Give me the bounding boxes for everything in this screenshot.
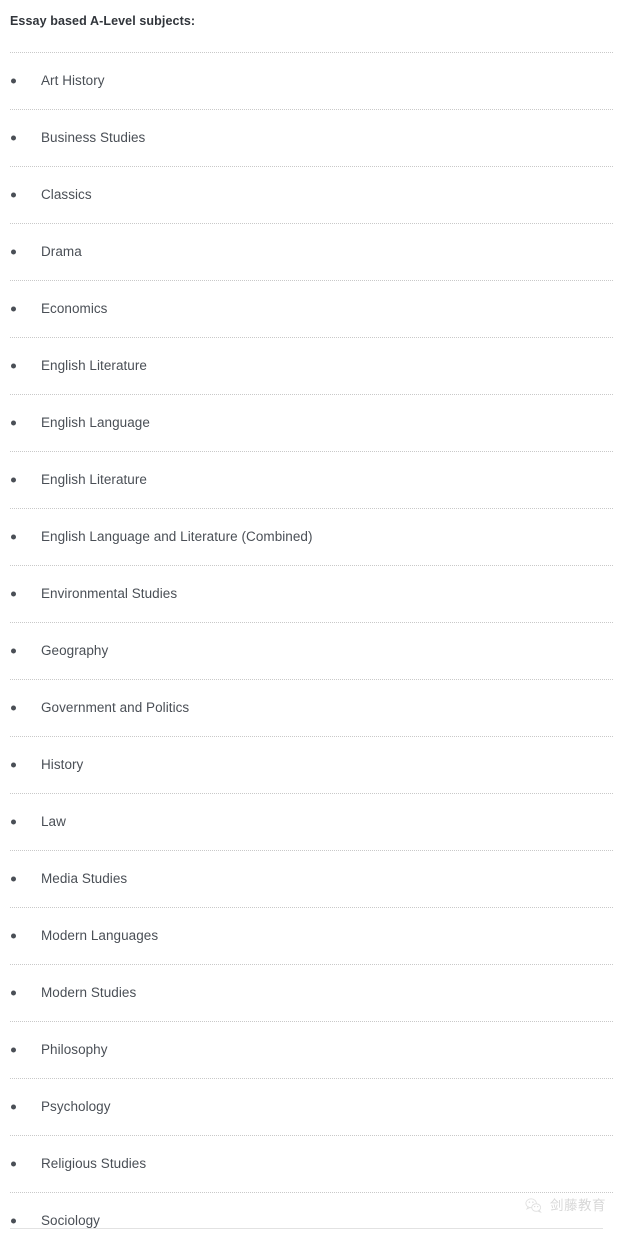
list-item: Government and Politics: [10, 679, 613, 736]
list-item: Psychology: [10, 1078, 613, 1135]
list-item-label: Government and Politics: [41, 700, 190, 715]
bottom-divider: [10, 1228, 603, 1229]
list-item-label: Modern Studies: [41, 985, 137, 1000]
list-item: Economics: [10, 280, 613, 337]
list-item: Environmental Studies: [10, 565, 613, 622]
list-item: Drama: [10, 223, 613, 280]
watermark: 剑藤教育: [524, 1196, 606, 1215]
list-item-label: Economics: [41, 301, 108, 316]
list-item: History: [10, 736, 613, 793]
list-item-label: Geography: [41, 643, 109, 658]
bullet-icon: [11, 990, 16, 996]
list-item-label: Modern Languages: [41, 928, 159, 943]
list-item: Geography: [10, 622, 613, 679]
subject-list: Art History Business Studies Classics Drama…: [0, 52, 620, 1249]
list-item: Business Studies: [10, 109, 613, 166]
bullet-icon: [11, 192, 16, 198]
bullet-icon: [11, 249, 16, 255]
list-item: Art History: [10, 52, 613, 109]
list-item-label: Religious Studies: [41, 1156, 147, 1171]
list-item: Modern Studies: [10, 964, 613, 1021]
bullet-icon: [11, 648, 16, 654]
bullet-icon: [11, 534, 16, 540]
list-item-label: Drama: [41, 244, 82, 259]
list-item-label: Philosophy: [41, 1042, 108, 1057]
list-item: English Language: [10, 394, 613, 451]
bullet-icon: [11, 1104, 16, 1110]
bullet-icon: [11, 1161, 16, 1167]
list-item-label: Media Studies: [41, 871, 128, 886]
bullet-icon: [11, 78, 16, 84]
list-item: English Language and Literature (Combine…: [10, 508, 613, 565]
bullet-icon: [11, 1047, 16, 1053]
list-item-label: English Language: [41, 415, 150, 430]
list-item: Classics: [10, 166, 613, 223]
bullet-icon: [11, 876, 16, 882]
bullet-icon: [11, 306, 16, 312]
list-item-label: Business Studies: [41, 130, 146, 145]
bullet-icon: [11, 420, 16, 426]
bullet-icon: [11, 705, 16, 711]
bullet-icon: [11, 762, 16, 768]
list-item-label: Classics: [41, 187, 92, 202]
list-item-label: Psychology: [41, 1099, 111, 1114]
list-item-label: Art History: [41, 73, 105, 88]
page-root: Essay based A-Level subjects: Art Histor…: [0, 0, 620, 1240]
list-item-label: English Literature: [41, 472, 147, 487]
bullet-icon: [11, 477, 16, 483]
watermark-label: 剑藤教育: [550, 1197, 606, 1214]
list-item: Philosophy: [10, 1021, 613, 1078]
bullet-icon: [11, 933, 16, 939]
list-item-label: History: [41, 757, 84, 772]
bullet-icon: [11, 135, 16, 141]
list-item: Religious Studies: [10, 1135, 613, 1192]
list-item-label: Law: [41, 814, 66, 829]
list-item: English Literature: [10, 451, 613, 508]
list-item-label: English Literature: [41, 358, 147, 373]
list-item: Law: [10, 793, 613, 850]
bullet-icon: [11, 1218, 16, 1224]
list-item: English Literature: [10, 337, 613, 394]
list-item: Media Studies: [10, 850, 613, 907]
wechat-logo-icon: [524, 1196, 543, 1215]
list-item: Modern Languages: [10, 907, 613, 964]
list-item-label: Environmental Studies: [41, 586, 178, 601]
list-item: Sociology: [10, 1192, 613, 1249]
page-title: Essay based A-Level subjects:: [10, 14, 196, 28]
bullet-icon: [11, 363, 16, 369]
list-item-label: English Language and Literature (Combine…: [41, 529, 313, 544]
bullet-icon: [11, 819, 16, 825]
bullet-icon: [11, 591, 16, 597]
